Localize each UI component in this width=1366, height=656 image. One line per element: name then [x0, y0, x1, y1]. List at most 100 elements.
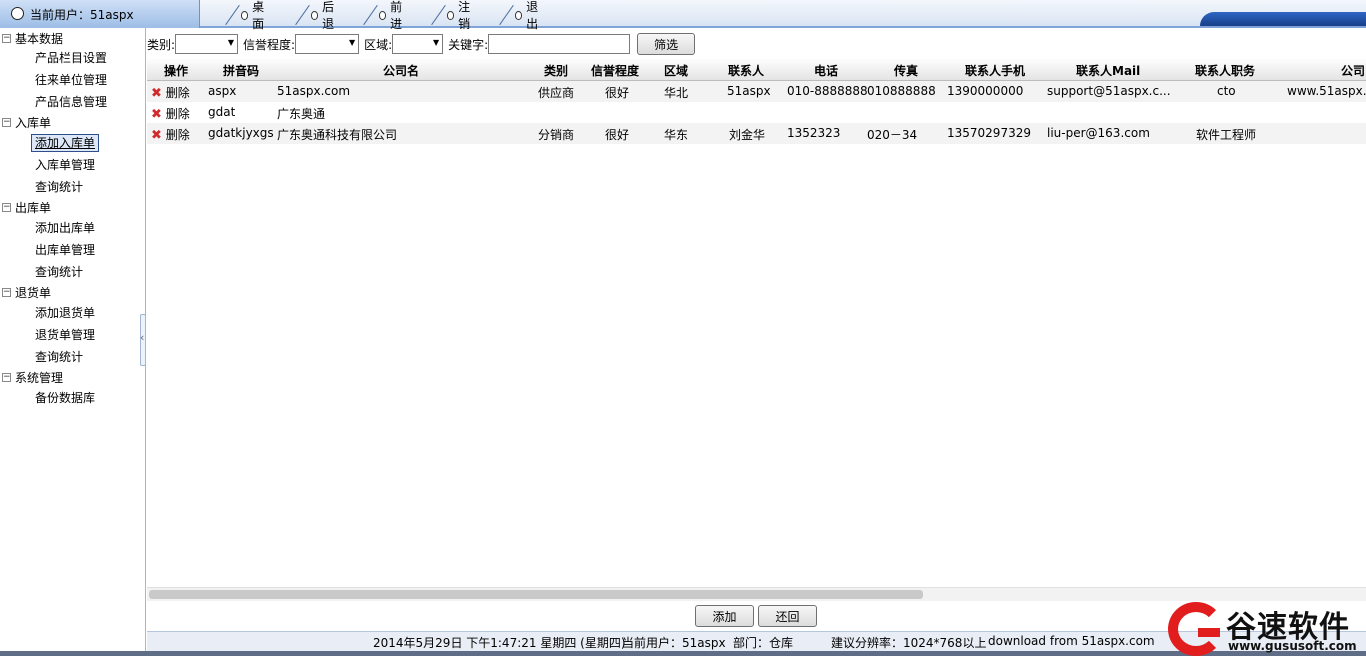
watermark-url: www.gususoft.com	[1228, 639, 1357, 653]
sidebar-item-inbound-query[interactable]: 查询统计	[35, 178, 83, 196]
horizontal-scrollbar[interactable]	[147, 587, 1366, 601]
watermark-logo: 谷速软件 www.gususoft.com	[1168, 600, 1366, 656]
sidebar-item-return-management[interactable]: 退货单管理	[35, 326, 95, 344]
cell-mobile: 1390000000	[947, 84, 1024, 98]
user-circle-icon	[11, 7, 24, 20]
g-logo-icon	[1168, 602, 1224, 656]
collapse-icon[interactable]: −	[2, 117, 11, 127]
cell-credit: 很好	[605, 128, 630, 142]
header-region[interactable]: 区域	[664, 62, 688, 79]
sidebar-item-inbound-management[interactable]: 入库单管理	[35, 156, 95, 174]
table-row: ✖ 删除 gdat 广东奥通	[147, 102, 1366, 123]
header-mail[interactable]: 联系人Mail	[1076, 62, 1140, 79]
category-select[interactable]	[175, 34, 239, 54]
header-site[interactable]: 公司	[1341, 62, 1365, 79]
credit-select[interactable]	[295, 34, 360, 54]
filter-button[interactable]: 筛选	[637, 33, 696, 55]
nav-forward[interactable]: 前进	[358, 0, 409, 31]
cell-fax: 010888888	[867, 84, 936, 98]
nav-exit[interactable]: 退出	[494, 0, 545, 31]
cell-pinyin: aspx	[208, 84, 237, 98]
add-button[interactable]: 添加	[695, 605, 754, 627]
cell-fax: 020－34	[867, 128, 918, 142]
header-title[interactable]: 联系人职务	[1195, 62, 1255, 79]
cell-pinyin: gdatkjyxgs	[208, 126, 274, 140]
cell-pinyin: gdat	[208, 105, 236, 119]
collapse-icon[interactable]: −	[2, 202, 11, 212]
delete-x-icon: ✖	[151, 86, 162, 101]
scrollbar-thumb[interactable]	[149, 590, 923, 599]
sidebar-item-outbound-management[interactable]: 出库单管理	[35, 241, 95, 259]
circle-icon	[310, 10, 319, 20]
sidebar-item-partner-management[interactable]: 往来单位管理	[35, 71, 107, 89]
nav-logout[interactable]: 注销	[426, 0, 477, 31]
keyword-input[interactable]	[488, 34, 631, 54]
circle-icon	[446, 10, 455, 20]
header-category[interactable]: 类别	[544, 62, 568, 79]
keyword-label: 关键字:	[448, 37, 489, 52]
tree-group-returns[interactable]: − 退货单	[2, 284, 51, 300]
cell-category: 供应商	[538, 86, 575, 100]
region-select[interactable]	[392, 34, 444, 54]
status-user: 当前用户：51aspx	[622, 636, 726, 650]
header-fax[interactable]: 传真	[894, 62, 918, 79]
tree-group-outbound[interactable]: − 出库单	[2, 199, 51, 215]
cell-category: 分销商	[538, 128, 575, 142]
status-datetime: 2014年5月29日 下午1:47:21 星期四 (星期四)	[373, 636, 626, 650]
header-mobile[interactable]: 联系人手机	[965, 62, 1025, 79]
company-table: 操作 拼音码 公司名 类别 信誉程度 区域 联系人 电话 传真 联系人手机 联系…	[147, 59, 1366, 587]
status-resolution: 建议分辨率：1024*768以上	[831, 636, 987, 650]
cell-region: 华东	[664, 128, 689, 142]
cell-title: cto	[1217, 84, 1236, 98]
sidebar-tree: − 基本数据 产品栏目设置 往来单位管理 产品信息管理 − 入库单 添加入库单 入库…	[0, 28, 146, 656]
cell-mail: liu-per@163.com	[1047, 126, 1150, 140]
sidebar-item-outbound-query[interactable]: 查询统计	[35, 263, 83, 281]
delete-x-icon: ✖	[151, 128, 162, 143]
circle-icon	[514, 10, 523, 20]
top-right-decoration	[1200, 12, 1366, 26]
cell-contact: 51aspx	[727, 84, 771, 98]
delete-button[interactable]: ✖ 删除	[151, 105, 190, 122]
sidebar-item-category-settings[interactable]: 产品栏目设置	[35, 49, 107, 67]
os-taskbar	[0, 651, 1366, 656]
header-phone[interactable]: 电话	[814, 62, 838, 79]
table-row: ✖ 删除 gdatkjyxgs 广东奥通科技有限公司 分销商 很好 华东 刘金华…	[147, 123, 1366, 144]
nav-desktop[interactable]: 桌面	[220, 0, 271, 31]
header-company[interactable]: 公司名	[383, 62, 419, 79]
delete-button[interactable]: ✖ 删除	[151, 84, 190, 101]
table-row: ✖ 删除 aspx 51aspx.com 供应商 很好 华北 51aspx 01…	[147, 81, 1366, 102]
sidebar-collapse-handle[interactable]	[140, 314, 146, 366]
collapse-icon[interactable]: −	[2, 287, 11, 297]
collapse-icon[interactable]: −	[2, 372, 11, 382]
cell-contact: 刘金华	[729, 128, 766, 142]
nav-back[interactable]: 后退	[290, 0, 341, 31]
delete-x-icon: ✖	[151, 107, 162, 122]
delete-button[interactable]: ✖ 删除	[151, 126, 190, 143]
credit-label: 信誉程度:	[243, 37, 296, 52]
cell-company: 广东奥通	[277, 107, 326, 121]
sidebar-item-backup-database[interactable]: 备份数据库	[35, 389, 95, 407]
status-download: download from 51aspx.com	[988, 634, 1155, 648]
sidebar-item-add-outbound[interactable]: 添加出库单	[35, 219, 95, 237]
current-user-label: 当前用户：51aspx	[30, 8, 134, 22]
collapse-icon[interactable]: −	[2, 33, 11, 43]
header-pinyin[interactable]: 拼音码	[223, 62, 259, 79]
header-contact[interactable]: 联系人	[728, 62, 764, 79]
sidebar-item-add-return[interactable]: 添加退货单	[35, 304, 95, 322]
tree-group-inbound[interactable]: − 入库单	[2, 114, 51, 130]
category-label: 类别:	[147, 37, 176, 52]
sidebar-item-add-inbound[interactable]: 添加入库单	[31, 134, 100, 152]
sidebar-item-product-info[interactable]: 产品信息管理	[35, 93, 107, 111]
header-action[interactable]: 操作	[164, 62, 188, 79]
cell-mail: support@51aspx.c...	[1047, 84, 1171, 98]
current-user-box: 当前用户：51aspx	[0, 0, 200, 28]
top-bar: 当前用户：51aspx 桌面 后退 前进 注销 退出	[0, 0, 1366, 31]
restore-button[interactable]: 还回	[758, 605, 817, 627]
header-credit[interactable]: 信誉程度	[591, 62, 639, 79]
tree-group-system[interactable]: − 系统管理	[2, 369, 63, 385]
status-dept: 部门：仓库	[733, 636, 794, 650]
sidebar-item-return-query[interactable]: 查询统计	[35, 348, 83, 366]
cell-company: 51aspx.com	[277, 84, 351, 98]
cell-mobile: 13570297329	[947, 126, 1031, 140]
tree-group-basic[interactable]: − 基本数据	[2, 30, 63, 46]
